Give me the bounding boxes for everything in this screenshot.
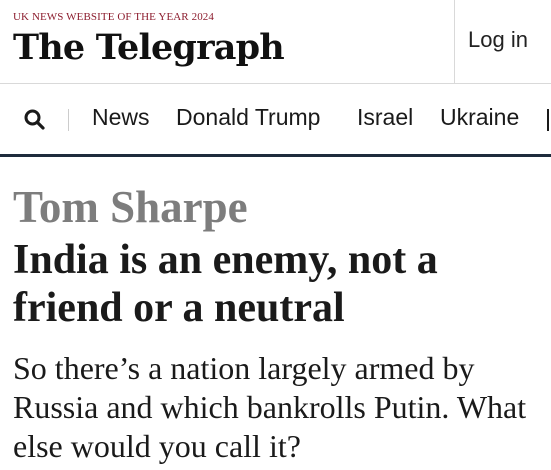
nav-overflow-edge bbox=[547, 109, 549, 131]
nav-item-news[interactable]: News bbox=[92, 104, 150, 131]
nav-divider bbox=[68, 109, 69, 131]
site-header: UK NEWS WEBSITE OF THE YEAR 2024 The Tel… bbox=[0, 0, 551, 84]
search-icon bbox=[24, 109, 45, 130]
login-container: Log in bbox=[454, 0, 551, 84]
site-logo[interactable]: The Telegraph bbox=[13, 27, 285, 68]
award-banner: UK NEWS WEBSITE OF THE YEAR 2024 bbox=[13, 11, 214, 23]
nav-item-donald-trump[interactable]: Donald Trump bbox=[176, 104, 320, 131]
author-name[interactable]: Tom Sharpe bbox=[13, 181, 248, 233]
search-button[interactable] bbox=[22, 107, 48, 133]
article-standfirst: So there’s a nation largely armed by Rus… bbox=[13, 350, 527, 464]
article-headline[interactable]: India is an enemy, not a friend or a neu… bbox=[13, 236, 543, 332]
nav-item-israel[interactable]: Israel bbox=[357, 104, 413, 131]
nav-item-ukraine[interactable]: Ukraine bbox=[440, 104, 519, 131]
login-button[interactable]: Log in bbox=[468, 27, 528, 53]
main-nav: News Donald Trump Israel Ukraine bbox=[0, 84, 551, 157]
